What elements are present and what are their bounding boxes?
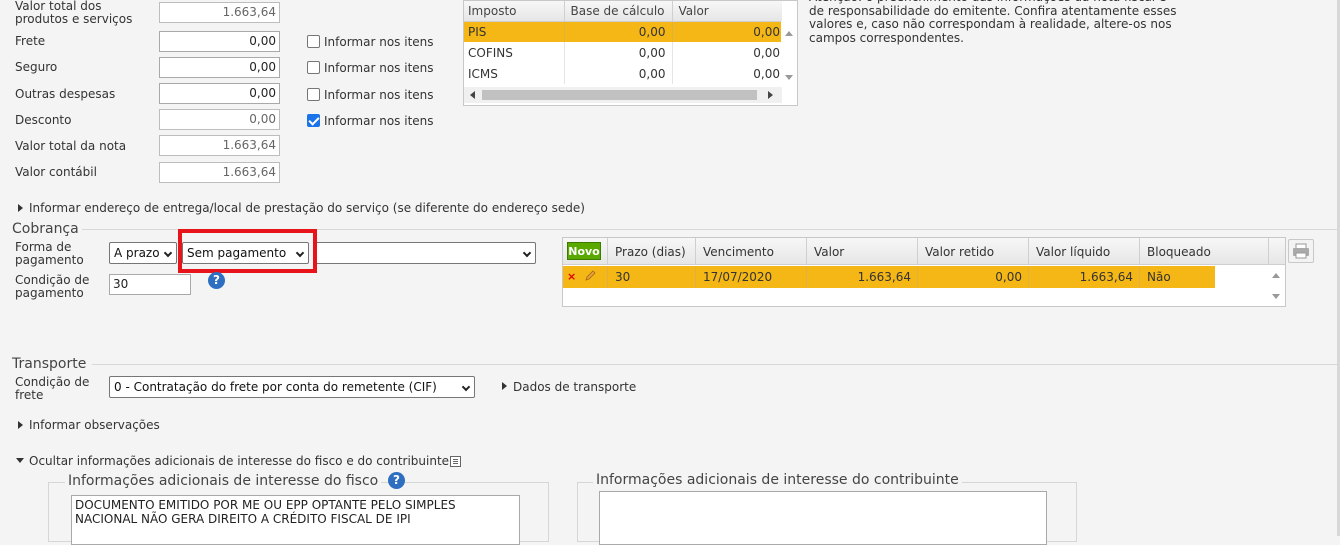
- scroll-down-icon[interactable]: [785, 75, 793, 80]
- help-icon[interactable]: ?: [208, 272, 225, 289]
- cell-valor: 1.663,64: [857, 270, 911, 284]
- tax-grid: Imposto Base de cálculo Valor PIS 0,00 0…: [463, 0, 798, 106]
- collapse-down-icon: [16, 458, 24, 463]
- label-valor-total-produtos: Valor total dos produtos e serviços: [15, 0, 133, 26]
- label-desconto-itens: Informar nos itens: [324, 114, 434, 128]
- tax-cell: 0,00: [564, 42, 673, 63]
- scroll-down-icon[interactable]: [1272, 294, 1280, 299]
- chevron-down-icon: [522, 248, 532, 258]
- label-seguro: Seguro: [15, 60, 58, 74]
- expand-right-icon: [502, 382, 507, 390]
- checkbox-frete-itens[interactable]: [307, 35, 320, 48]
- select-conta[interactable]: [313, 242, 536, 264]
- cobranca-title: Cobrança: [12, 221, 79, 237]
- toggle-fisco[interactable]: Ocultar informações adicionais de intere…: [29, 455, 449, 468]
- tax-vertical-scrollbar[interactable]: [781, 21, 797, 87]
- tax-row[interactable]: ICMS 0,00 0,00: [464, 63, 782, 84]
- input-seguro[interactable]: 0,00: [159, 57, 280, 78]
- header-bloqueado[interactable]: Bloqueado: [1147, 245, 1211, 259]
- label-frete-itens: Informar nos itens: [324, 35, 434, 49]
- expand-right-icon: [18, 204, 23, 212]
- scroll-left-icon[interactable]: [470, 91, 475, 99]
- select-forma-value: A prazo: [114, 246, 160, 260]
- divider: [92, 364, 1340, 365]
- select-frete-value: 0 - Contratação do frete por conta do re…: [114, 380, 437, 394]
- label-outras-despesas: Outras despesas: [15, 87, 116, 101]
- input-valor-total-produtos[interactable]: 1.663,64: [159, 2, 280, 23]
- input-valor-contabil[interactable]: 1.663,64: [159, 162, 280, 183]
- header-valor[interactable]: Valor: [814, 245, 844, 259]
- label-frete: Frete: [15, 34, 46, 48]
- parcelas-grid: Novo Prazo (dias) Vencimento Valor Valor…: [562, 237, 1286, 307]
- input-frete[interactable]: 0,00: [159, 31, 280, 52]
- scroll-thumb[interactable]: [482, 90, 757, 100]
- cell-vencimento: 17/07/2020: [703, 270, 773, 284]
- annotation-highlight: [178, 229, 317, 273]
- tax-cell: 0,00: [564, 63, 673, 84]
- input-desconto[interactable]: 0,00: [159, 109, 280, 130]
- header-vencimento[interactable]: Vencimento: [703, 245, 774, 259]
- chevron-down-icon: [461, 382, 471, 392]
- tax-header-valor[interactable]: Valor: [672, 1, 782, 22]
- checkbox-desconto-itens[interactable]: [307, 114, 320, 127]
- tax-cell: 0,00: [564, 21, 673, 42]
- printer-icon: [1293, 243, 1309, 259]
- scroll-right-icon[interactable]: [768, 91, 773, 99]
- tax-header-base[interactable]: Base de cálculo: [564, 1, 673, 22]
- novo-button[interactable]: Novo: [567, 242, 601, 260]
- scroll-up-icon[interactable]: [1272, 273, 1280, 278]
- label-seguro-itens: Informar nos itens: [324, 61, 434, 75]
- label-condicao-frete: Condição de frete: [15, 375, 90, 402]
- tax-row[interactable]: PIS 0,00 0,00: [464, 21, 782, 42]
- toggle-observacoes[interactable]: Informar observações: [29, 419, 160, 432]
- label-desconto: Desconto: [15, 113, 72, 127]
- checkbox-outras-itens[interactable]: [307, 88, 320, 101]
- tax-cell: COFINS: [464, 42, 565, 63]
- label-outras-itens: Informar nos itens: [324, 88, 434, 102]
- cell-prazo: 30: [615, 270, 631, 284]
- tax-row[interactable]: COFINS 0,00 0,00: [464, 42, 782, 63]
- transporte-title: Transporte: [12, 356, 87, 372]
- label-valor-contabil: Valor contábil: [15, 165, 97, 179]
- scroll-up-icon[interactable]: [785, 31, 793, 36]
- label-valor-total-nota: Valor total da nota: [15, 139, 127, 153]
- tax-cell: 0,00: [753, 66, 780, 81]
- tax-header-imposto[interactable]: Imposto: [464, 1, 565, 22]
- textarea-contribuinte[interactable]: [599, 491, 1047, 545]
- pencil-icon[interactable]: [584, 269, 596, 281]
- select-forma-pagamento[interactable]: A prazo: [109, 242, 177, 264]
- tax-horizontal-scrollbar[interactable]: [464, 87, 782, 103]
- input-valor-total-nota[interactable]: 1.663,64: [159, 135, 280, 156]
- print-button[interactable]: [1288, 239, 1314, 263]
- header-valor-liquido[interactable]: Valor líquido: [1036, 245, 1110, 259]
- cell-bloqueado: Não: [1147, 270, 1171, 284]
- header-valor-retido[interactable]: Valor retido: [925, 245, 994, 259]
- fisco-title: Informações adicionais de interesse do f…: [65, 473, 382, 489]
- toggle-dados-transporte[interactable]: Dados de transporte: [513, 381, 636, 394]
- select-condicao-frete[interactable]: 0 - Contratação do frete por conta do re…: [109, 376, 475, 398]
- label-condicao-pagamento: Condição de pagamento: [15, 273, 90, 300]
- label-forma-pagamento: Forma de pagamento: [15, 240, 84, 267]
- tax-cell: ICMS: [464, 63, 565, 84]
- checkbox-seguro-itens[interactable]: [307, 61, 320, 74]
- cell-valor-retido: 0,00: [995, 270, 1022, 284]
- tax-cell: 0,00: [753, 24, 780, 39]
- notice-text: Atenção: o preenchimento das informações…: [809, 0, 1177, 45]
- input-outras-despesas[interactable]: 0,00: [159, 83, 280, 104]
- expand-right-icon: [18, 421, 23, 429]
- help-icon[interactable]: ?: [388, 472, 405, 489]
- delete-icon[interactable]: ×: [567, 270, 576, 283]
- input-condicao-pagamento[interactable]: 30: [109, 274, 191, 295]
- tax-cell: 0,00: [753, 45, 780, 60]
- tax-cell: PIS: [464, 21, 565, 42]
- chevron-down-icon: [163, 248, 173, 258]
- toggle-entrega[interactable]: Informar endereço de entrega/local de pr…: [29, 202, 585, 215]
- cell-valor-liquido: 1.663,64: [1079, 270, 1133, 284]
- document-icon[interactable]: [450, 456, 461, 467]
- textarea-fisco[interactable]: DOCUMENTO EMITIDO POR ME OU EPP OPTANTE …: [71, 495, 520, 545]
- header-prazo[interactable]: Prazo (dias): [615, 245, 686, 259]
- contribuinte-title: Informações adicionais de interesse do c…: [593, 472, 962, 488]
